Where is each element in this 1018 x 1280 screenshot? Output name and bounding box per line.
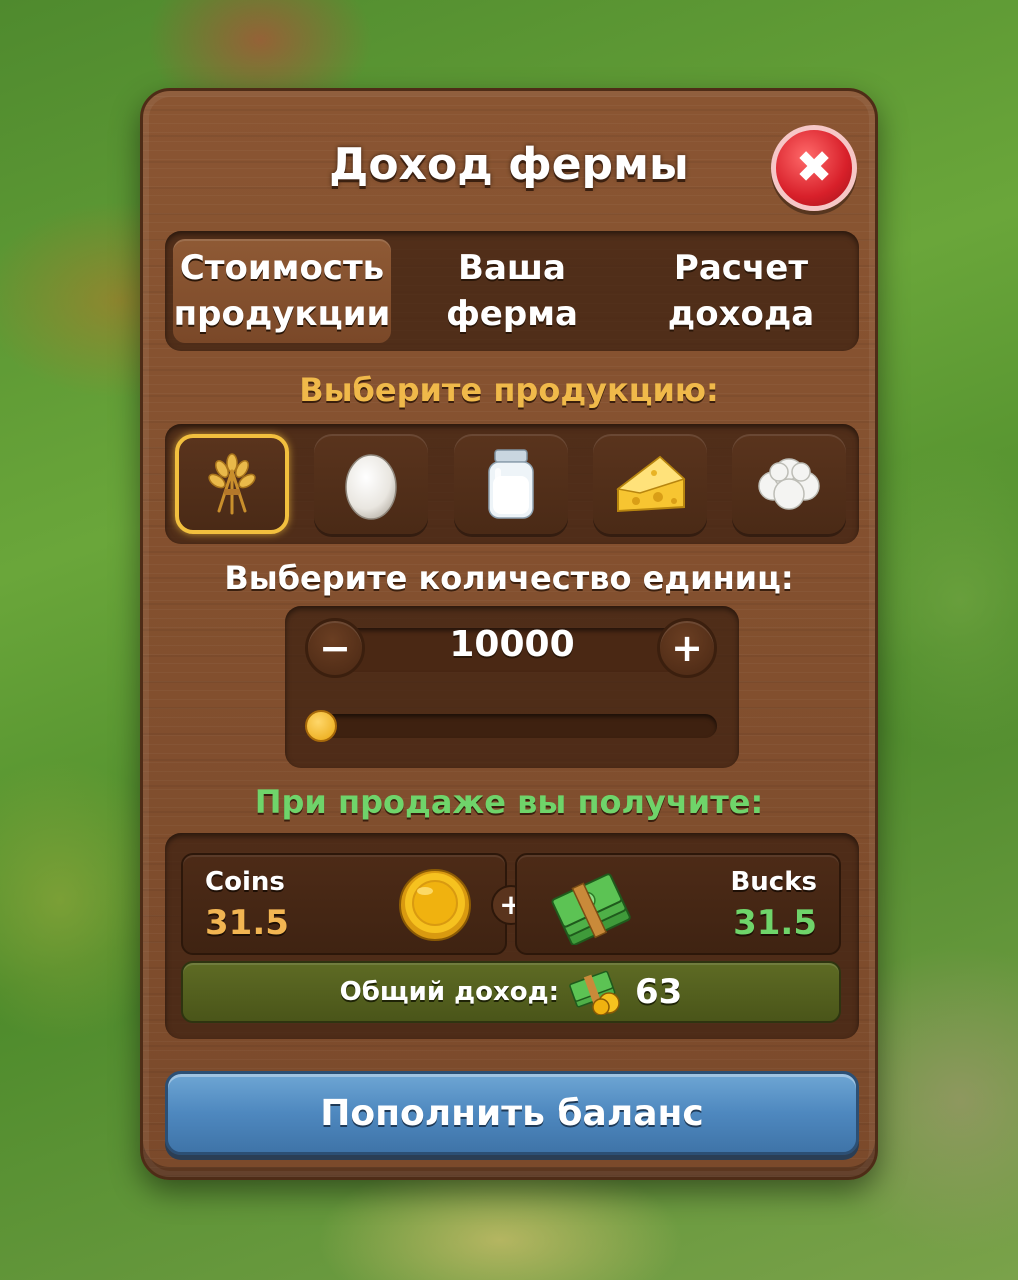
wool-icon	[758, 458, 820, 510]
tab-label-line2: дохода	[667, 294, 815, 334]
bucks-card: Bucks 31.5	[515, 853, 841, 955]
dialog-title: Доход фермы	[329, 139, 689, 190]
coins-card: Coins 31.5	[181, 853, 507, 955]
tab-label-line2: продукции	[173, 294, 391, 334]
money-coins-icon	[569, 970, 620, 1015]
tab-label-line1: Стоимость	[179, 248, 385, 288]
product-wheat[interactable]	[175, 434, 289, 534]
product-cheese[interactable]	[593, 434, 707, 534]
increase-button[interactable]: +	[657, 618, 717, 678]
tab-income-calc[interactable]: Расчет дохода	[631, 239, 851, 343]
quantity-slider[interactable]	[305, 710, 717, 742]
coins-label: Coins	[205, 867, 285, 897]
top-up-balance-label: Пополнить баланс	[320, 1092, 704, 1134]
product-egg[interactable]	[314, 434, 428, 534]
close-icon: ✖	[795, 142, 833, 193]
total-income-label: Общий доход:	[339, 977, 560, 1007]
tab-label-line1: Ваша	[458, 248, 566, 288]
top-up-balance-button[interactable]: Пополнить баланс	[165, 1071, 859, 1155]
you-receive-label: При продаже вы получите:	[254, 783, 764, 821]
tab-label-line2: ферма	[446, 294, 578, 334]
farm-income-dialog: Доход фермы ✖ Стоимость продукции Ваша фер…	[140, 88, 878, 1180]
total-income-bar: Общий доход: 63	[181, 961, 841, 1023]
cheese-icon	[616, 455, 686, 513]
tab-bar: Стоимость продукции Ваша ферма Расчет доход…	[165, 231, 859, 351]
close-button[interactable]: ✖	[771, 125, 857, 211]
slider-thumb[interactable]	[305, 710, 337, 742]
quantity-selector: − 10000 +	[285, 606, 739, 768]
bucks-label: Bucks	[730, 867, 817, 897]
coins-value: 31.5	[205, 903, 289, 943]
select-quantity-label: Выберите количество единиц:	[224, 559, 794, 597]
tab-label-line1: Расчет	[673, 248, 809, 288]
cash-stack-icon	[551, 873, 631, 945]
tab-product-cost[interactable]: Стоимость продукции	[173, 239, 391, 343]
tab-your-farm[interactable]: Ваша ферма	[405, 239, 619, 343]
wheat-icon	[208, 453, 256, 515]
milk-jar-icon	[488, 449, 534, 519]
product-wool[interactable]	[732, 434, 846, 534]
egg-icon	[345, 454, 397, 520]
total-income-value: 63	[635, 972, 683, 1012]
plus-icon: +	[671, 626, 703, 670]
gold-coin-icon	[399, 869, 471, 941]
income-result: Coins 31.5 + Bucks 31.5 Общий доход: 63	[165, 833, 859, 1039]
select-product-label: Выберите продукцию:	[299, 371, 719, 409]
bucks-value: 31.5	[733, 903, 817, 943]
product-milk[interactable]	[454, 434, 568, 534]
product-selector	[165, 424, 859, 544]
